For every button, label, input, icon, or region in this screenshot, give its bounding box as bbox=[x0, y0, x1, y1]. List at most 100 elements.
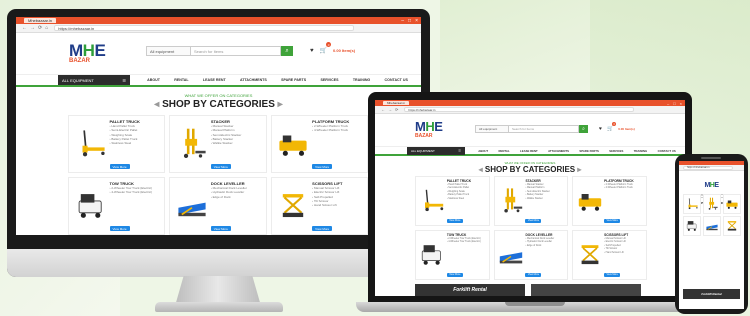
pallet-truck-icon[interactable] bbox=[685, 196, 699, 212]
category-card[interactable]: TOW TRUCK › 2-Wheeler Tow Truck (Electric… bbox=[68, 177, 166, 235]
search-button[interactable]: ⌕ bbox=[281, 46, 293, 56]
category-link[interactable]: › Walkie Stacker bbox=[525, 197, 565, 200]
view-more-button[interactable]: View More bbox=[210, 226, 231, 231]
nav-item-rental[interactable]: RENTAL bbox=[499, 149, 510, 153]
category-link[interactable]: › 4-Wheeler Tow Truck (Electric) bbox=[447, 240, 487, 243]
category-card[interactable] bbox=[683, 216, 701, 236]
category-card[interactable] bbox=[723, 216, 741, 236]
search-input[interactable]: Search for Items bbox=[191, 46, 281, 56]
url-field[interactable]: https://mhebazaar.in bbox=[683, 165, 733, 170]
view-more-button[interactable]: View More bbox=[525, 218, 542, 223]
nav-item-services[interactable]: SERVICES bbox=[609, 149, 623, 153]
browser-tab[interactable]: Mhebazaar.in bbox=[383, 100, 410, 106]
category-link[interactable]: › Hand Scissor Lift bbox=[312, 203, 364, 207]
platform-truck-icon[interactable] bbox=[275, 119, 313, 169]
category-link[interactable]: › Edge of Dock bbox=[525, 244, 565, 247]
dock-leveller-icon[interactable] bbox=[497, 233, 526, 277]
category-card[interactable]: SCISSORS LIFT › Manual Scissor Lift › Elec… bbox=[270, 177, 368, 235]
tow-truck-icon[interactable] bbox=[418, 233, 447, 277]
browser-nav-icons[interactable]: ← → ⟳ ⌂ bbox=[16, 25, 48, 31]
category-card[interactable]: DOCK LEVELLER › Mechanical Dock Leveller ›… bbox=[493, 230, 569, 280]
view-more-button[interactable]: View More bbox=[604, 218, 621, 223]
nav-item-attachments[interactable]: ATTACHMENTS bbox=[240, 78, 267, 82]
nav-item-lease-rent[interactable]: LEASE RENT bbox=[520, 149, 538, 153]
nav-item-contact-us[interactable]: CONTACT US bbox=[385, 78, 408, 82]
category-card[interactable] bbox=[723, 194, 741, 214]
promo-banner[interactable]: Forklift Rental bbox=[415, 284, 525, 296]
category-link[interactable]: › Hand Scissor Lift bbox=[604, 251, 644, 254]
category-link[interactable]: › 4-Wheeler Tow Truck (Electric) bbox=[110, 190, 162, 194]
scissors-lift-icon[interactable] bbox=[275, 181, 313, 231]
dock-leveller-icon[interactable] bbox=[705, 218, 719, 234]
browser-nav-icons[interactable]: ← → ⟳ bbox=[375, 107, 398, 112]
view-more-button[interactable]: View More bbox=[604, 272, 621, 277]
scissors-lift-icon[interactable] bbox=[575, 233, 604, 277]
category-card[interactable] bbox=[703, 216, 721, 236]
tow-truck-icon[interactable] bbox=[685, 218, 699, 234]
category-card[interactable]: PLATFORM TRUCK › 2-Wheeler Platform Truck… bbox=[572, 176, 647, 226]
category-card[interactable]: DOCK LEVELLER › Mechanical Dock Leveller ›… bbox=[169, 177, 267, 235]
heart-icon[interactable]: ♥ bbox=[599, 126, 602, 132]
nav-item-about[interactable]: ABOUT bbox=[478, 149, 488, 153]
url-field[interactable]: https://mhebazaar.in bbox=[404, 107, 635, 112]
category-card[interactable] bbox=[683, 194, 701, 214]
site-logo[interactable]: MHE BAZAR bbox=[415, 120, 443, 139]
search-category-select[interactable]: All equipment bbox=[146, 46, 191, 56]
search-input[interactable]: Search for Items bbox=[509, 125, 579, 133]
category-link[interactable]: › Stainless Steel bbox=[110, 141, 162, 145]
category-card[interactable]: PALLET TRUCK › Hand Pallet Truck › Semi-El… bbox=[415, 176, 490, 226]
nav-item-rental[interactable]: RENTAL bbox=[174, 78, 188, 82]
category-link[interactable]: › 4-Wheeler Platform Truck bbox=[604, 186, 644, 189]
category-link[interactable]: › 4-Wheeler Platform Truck bbox=[312, 128, 364, 132]
category-card[interactable]: SCISSORS LIFT › Manual Scissor Lift › Elec… bbox=[572, 230, 647, 280]
scissors-lift-icon[interactable] bbox=[725, 218, 739, 234]
site-logo[interactable]: MHE bbox=[679, 174, 744, 192]
promo-banner-image[interactable] bbox=[531, 284, 641, 296]
window-controls[interactable]: – □ × bbox=[667, 100, 682, 106]
nav-item-services[interactable]: SERVICES bbox=[320, 78, 338, 82]
category-card[interactable]: TOW TRUCK › 2-Wheeler Tow Truck (Electric… bbox=[415, 230, 490, 280]
all-categories-dropdown[interactable]: ALL EQUIPMENT ☰ bbox=[58, 75, 130, 85]
category-link[interactable]: › Stainless Steel bbox=[447, 197, 487, 200]
nav-item-about[interactable]: ABOUT bbox=[147, 78, 160, 82]
cart-icon[interactable]: 🛒 0 bbox=[320, 42, 332, 54]
platform-truck-icon[interactable] bbox=[725, 196, 739, 212]
nav-item-contact-us[interactable]: CONTACT US bbox=[658, 149, 676, 153]
site-logo[interactable]: MHE BAZAR bbox=[69, 42, 106, 64]
nav-item-spare-parts[interactable]: SPARE PARTS bbox=[579, 149, 598, 153]
nav-item-lease-rent[interactable]: LEASE RENT bbox=[203, 78, 226, 82]
view-more-button[interactable]: View More bbox=[446, 272, 463, 277]
category-card[interactable]: STACKER › Manual Stacker › Manual Platform… bbox=[169, 115, 267, 173]
url-field[interactable]: https://mhebazaar.in bbox=[54, 25, 355, 31]
platform-truck-icon[interactable] bbox=[575, 179, 604, 223]
browser-tab[interactable]: Mhebazaar.in bbox=[24, 18, 57, 23]
dock-leveller-icon[interactable] bbox=[173, 181, 211, 231]
stacker-icon[interactable] bbox=[497, 179, 526, 223]
stacker-icon[interactable] bbox=[173, 119, 211, 169]
nav-item-spare-parts[interactable]: SPARE PARTS bbox=[281, 78, 306, 82]
category-card[interactable]: PALLET TRUCK › Hand Pallet Truck › Semi-El… bbox=[68, 115, 166, 173]
view-more-button[interactable]: View More bbox=[210, 164, 231, 169]
pallet-truck-icon[interactable] bbox=[418, 179, 447, 223]
view-more-button[interactable]: View More bbox=[109, 164, 130, 169]
heart-icon[interactable]: ♥ bbox=[310, 48, 314, 54]
promo-banner[interactable]: Forklift Rental bbox=[683, 289, 740, 299]
view-more-button[interactable]: View More bbox=[312, 226, 333, 231]
search-button[interactable]: ⌕ bbox=[579, 125, 588, 133]
category-link[interactable]: › Walkie Stacker bbox=[211, 141, 263, 145]
tow-truck-icon[interactable] bbox=[72, 181, 110, 231]
view-more-button[interactable]: View More bbox=[312, 164, 333, 169]
all-categories-dropdown[interactable]: ALL EQUIPMENT ☰ bbox=[407, 146, 465, 155]
view-more-button[interactable]: View More bbox=[525, 272, 542, 277]
category-link[interactable]: › Edge of Dock bbox=[211, 195, 263, 199]
view-more-button[interactable]: View More bbox=[446, 218, 463, 223]
stacker-icon[interactable] bbox=[705, 196, 719, 212]
view-more-button[interactable]: View More bbox=[109, 226, 130, 231]
nav-item-training[interactable]: TRAINING bbox=[634, 149, 648, 153]
category-card[interactable] bbox=[703, 194, 721, 214]
nav-item-attachments[interactable]: ATTACHMENTS bbox=[548, 149, 569, 153]
nav-item-training[interactable]: TRAINING bbox=[353, 78, 370, 82]
window-controls[interactable]: – □ × bbox=[401, 17, 418, 24]
pallet-truck-icon[interactable] bbox=[72, 119, 110, 169]
cart-icon[interactable]: 🛒 0 bbox=[607, 122, 617, 132]
